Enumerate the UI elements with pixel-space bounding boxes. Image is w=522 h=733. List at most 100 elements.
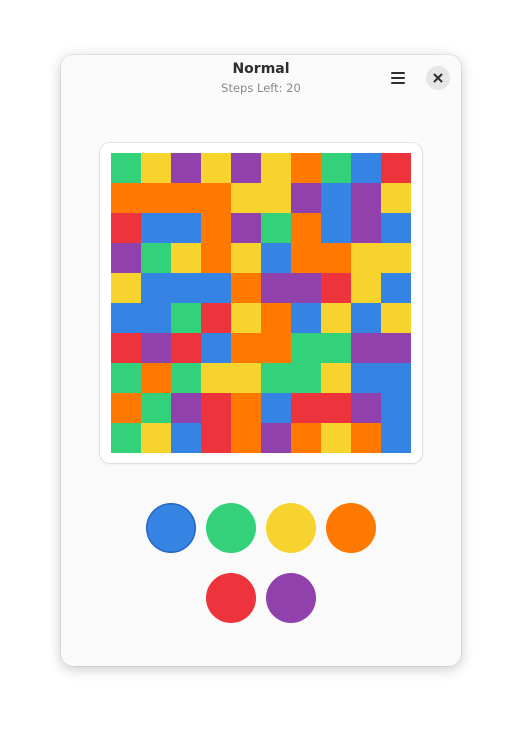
board-cell xyxy=(141,153,171,183)
board-cell xyxy=(261,273,291,303)
board-cell xyxy=(231,363,261,393)
board-cell xyxy=(111,183,141,213)
game-board[interactable] xyxy=(111,153,411,453)
board-cell xyxy=(321,393,351,423)
board-cell xyxy=(321,333,351,363)
close-button[interactable] xyxy=(426,66,450,90)
board-cell xyxy=(201,273,231,303)
board-cell xyxy=(261,363,291,393)
board-cell xyxy=(111,303,141,333)
red-color-button[interactable] xyxy=(206,573,256,623)
board-frame xyxy=(100,143,422,463)
yellow-color-button[interactable] xyxy=(266,503,316,553)
board-cell xyxy=(291,273,321,303)
board-cell xyxy=(231,273,261,303)
board-cell xyxy=(381,153,411,183)
board-cell xyxy=(381,273,411,303)
board-cell xyxy=(201,423,231,453)
board-cell xyxy=(171,303,201,333)
board-cell xyxy=(291,153,321,183)
board-cell xyxy=(231,183,261,213)
board-cell xyxy=(141,363,171,393)
board-cell xyxy=(291,183,321,213)
board-cell xyxy=(231,243,261,273)
board-cell xyxy=(261,333,291,363)
board-cell xyxy=(111,393,141,423)
board-cell xyxy=(111,363,141,393)
board-cell xyxy=(321,243,351,273)
board-cell xyxy=(261,213,291,243)
board-cell xyxy=(171,273,201,303)
board-cell xyxy=(111,243,141,273)
board-cell xyxy=(171,393,201,423)
board-cell xyxy=(201,243,231,273)
game-window: Normal Steps Left: 20 xyxy=(61,55,461,666)
green-color-button[interactable] xyxy=(206,503,256,553)
purple-color-button[interactable] xyxy=(266,573,316,623)
board-cell xyxy=(201,213,231,243)
board-cell xyxy=(141,303,171,333)
board-cell xyxy=(291,303,321,333)
board-cell xyxy=(291,333,321,363)
board-cell xyxy=(321,423,351,453)
board-cell xyxy=(141,243,171,273)
board-cell xyxy=(141,333,171,363)
board-cell xyxy=(261,303,291,333)
board-cell xyxy=(201,363,231,393)
board-cell xyxy=(141,183,171,213)
board-cell xyxy=(321,153,351,183)
board-cell xyxy=(171,423,201,453)
board-cell xyxy=(261,423,291,453)
board-cell xyxy=(291,393,321,423)
board-cell xyxy=(201,303,231,333)
board-cell xyxy=(201,393,231,423)
board-cell xyxy=(381,243,411,273)
board-cell xyxy=(141,423,171,453)
board-cell xyxy=(261,183,291,213)
board-cell xyxy=(351,243,381,273)
board-cell xyxy=(321,183,351,213)
close-icon xyxy=(433,73,443,83)
board-cell xyxy=(171,183,201,213)
board-cell xyxy=(141,273,171,303)
board-cell xyxy=(381,213,411,243)
board-cell xyxy=(351,183,381,213)
board-cell xyxy=(351,363,381,393)
orange-color-button[interactable] xyxy=(326,503,376,553)
board-cell xyxy=(321,273,351,303)
menu-button[interactable] xyxy=(383,64,413,92)
board-cell xyxy=(351,153,381,183)
board-cell xyxy=(261,243,291,273)
board-cell xyxy=(201,153,231,183)
board-cell xyxy=(231,303,261,333)
board-cell xyxy=(231,213,261,243)
board-cell xyxy=(381,303,411,333)
board-cell xyxy=(321,213,351,243)
board-cell xyxy=(201,333,231,363)
board-cell xyxy=(171,333,201,363)
board-cell xyxy=(111,273,141,303)
board-cell xyxy=(381,183,411,213)
board-cell xyxy=(381,363,411,393)
board-cell xyxy=(231,393,261,423)
board-cell xyxy=(351,393,381,423)
board-cell xyxy=(381,333,411,363)
board-cell xyxy=(351,213,381,243)
board-cell xyxy=(141,213,171,243)
board-cell xyxy=(171,363,201,393)
board-cell xyxy=(261,153,291,183)
board-cell xyxy=(171,243,201,273)
board-cell xyxy=(141,393,171,423)
blue-color-button[interactable] xyxy=(146,503,196,553)
board-cell xyxy=(111,423,141,453)
board-cell xyxy=(291,213,321,243)
board-cell xyxy=(291,423,321,453)
board-cell xyxy=(201,183,231,213)
board-cell xyxy=(261,393,291,423)
board-cell xyxy=(111,333,141,363)
board-cell xyxy=(351,333,381,363)
board-cell xyxy=(381,393,411,423)
board-cell xyxy=(111,213,141,243)
board-cell xyxy=(231,153,261,183)
board-cell xyxy=(381,423,411,453)
